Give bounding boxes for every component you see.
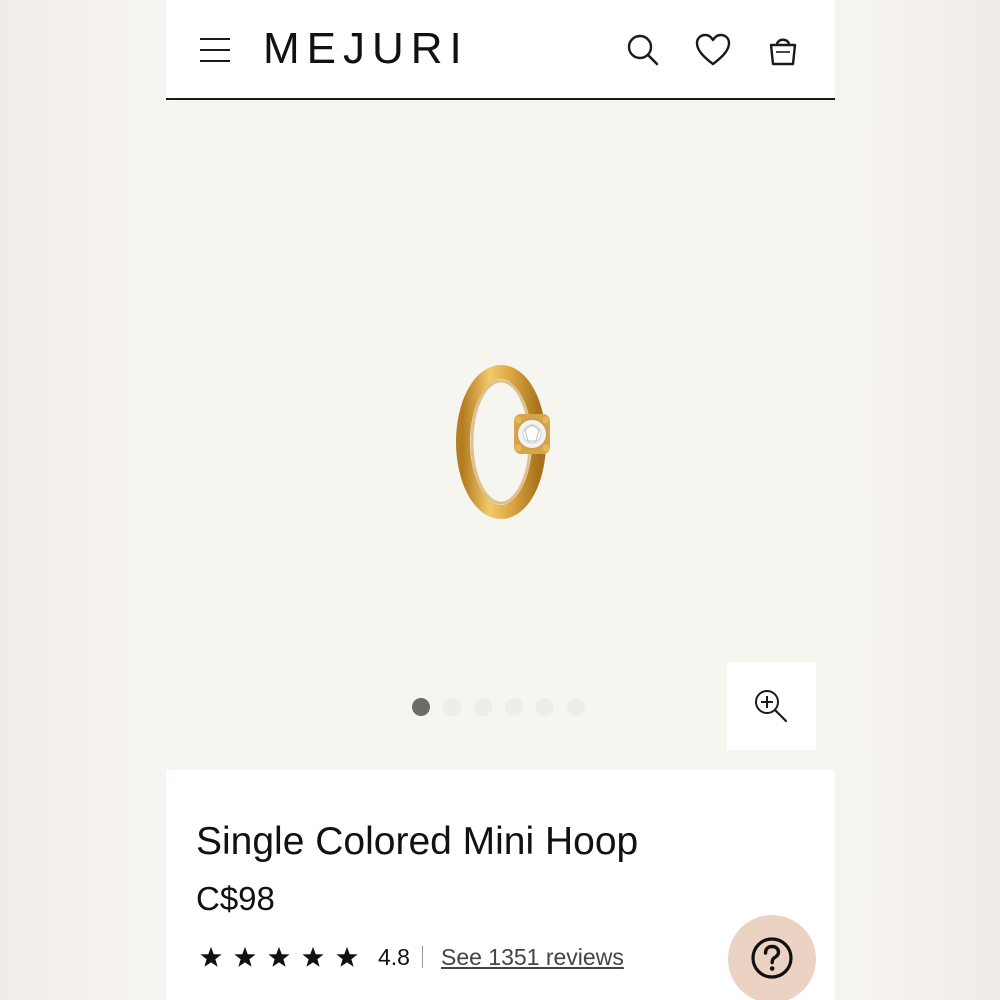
star-icon xyxy=(302,946,324,967)
product-image-gallery[interactable] xyxy=(166,100,835,768)
product-info: Single Colored Mini Hoop C$98 4.8 See 13… xyxy=(166,770,835,1000)
menu-icon-line xyxy=(200,38,230,40)
site-header: MEJURI xyxy=(166,0,835,100)
product-image-hoop-earring xyxy=(456,365,550,519)
gallery-dot-5[interactable] xyxy=(536,698,554,716)
wishlist-button[interactable] xyxy=(693,30,733,70)
brand-logo[interactable]: MEJURI xyxy=(263,24,469,74)
zoom-in-icon xyxy=(755,690,788,723)
star-icon xyxy=(234,946,256,967)
gallery-dot-3[interactable] xyxy=(474,698,492,716)
star-icon xyxy=(200,946,222,967)
shopping-bag-icon xyxy=(769,38,797,66)
menu-button[interactable] xyxy=(200,36,232,64)
product-price: C$98 xyxy=(196,880,275,917)
menu-icon-line xyxy=(200,60,230,62)
rating-row: 4.8 See 1351 reviews xyxy=(200,942,624,972)
gallery-dot-2[interactable] xyxy=(443,698,461,716)
search-button[interactable] xyxy=(623,30,663,70)
heart-icon xyxy=(695,33,731,66)
help-button[interactable] xyxy=(728,915,816,1000)
gallery-dot-6[interactable] xyxy=(567,698,585,716)
see-reviews-link[interactable]: See 1351 reviews xyxy=(441,944,624,971)
rating-value: 4.8 xyxy=(378,943,410,970)
product-title: Single Colored Mini Hoop xyxy=(196,820,639,863)
menu-icon-line xyxy=(200,49,230,51)
cart-button[interactable] xyxy=(763,30,803,70)
search-icon xyxy=(627,34,659,66)
mobile-page: MEJURI Single Colored Mini Hoop C$98 4.8… xyxy=(166,0,835,1000)
gallery-dot-1[interactable] xyxy=(412,698,430,716)
gallery-dot-4[interactable] xyxy=(505,698,523,716)
rating-stars xyxy=(200,946,358,968)
star-icon xyxy=(336,946,358,967)
rating-separator xyxy=(421,946,423,968)
gallery-pagination xyxy=(412,698,585,716)
star-icon xyxy=(268,946,290,967)
question-icon xyxy=(751,937,793,979)
zoom-button[interactable] xyxy=(727,662,816,750)
